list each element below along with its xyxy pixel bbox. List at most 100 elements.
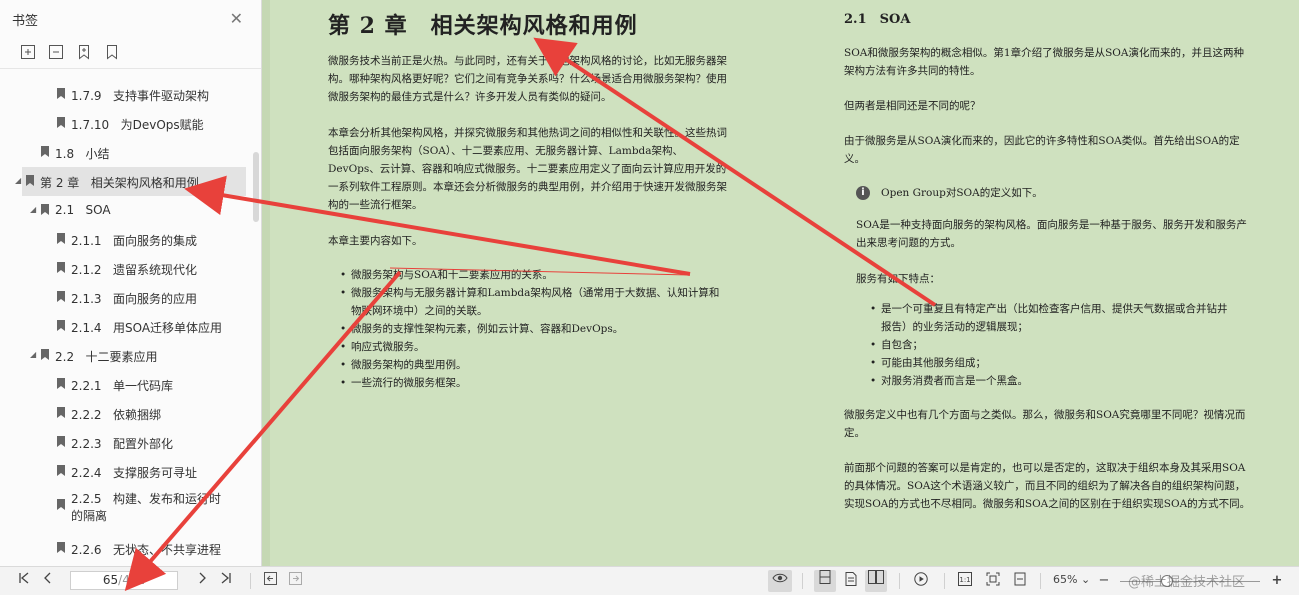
bookmark-item-chapter-2[interactable]: ◢ 第 2 章 相关架构风格和用例 [0,167,250,196]
bookmark-scrollbar[interactable] [253,152,259,222]
left-page: 第 2 章 相关架构风格和用例 微服务技术当前正是火热。与此同时，还有关于其他架… [328,0,728,392]
bookmark-number: 2.1.2 [71,263,102,277]
bookmark-icon [57,378,65,389]
document-view[interactable]: 第 2 章 相关架构风格和用例 微服务技术当前正是火热。与此同时，还有关于其他架… [262,0,1299,566]
bookmark-icon [57,465,65,476]
list-item: 是一个可重复且有特定产出（比如检查客户信用、提供天气数据或合并钻井报告）的业务活… [858,300,1228,336]
back-icon[interactable] [262,572,278,590]
bookmark-icon [57,436,65,447]
chevron-down-icon: ⌄ [1080,573,1091,586]
paragraph: 本章主要内容如下。 [328,235,423,247]
bookmark-number: 2.1.3 [71,292,102,306]
expand-toggle-icon[interactable]: ◢ [15,176,21,185]
bookmark-icon [41,204,49,215]
divider [899,573,900,589]
fit-width-icon[interactable] [1011,572,1029,590]
bookmark-number: 2.2.4 [71,466,102,480]
eye-care-icon[interactable] [768,570,792,592]
expand-toggle-icon[interactable]: ◢ [30,350,36,359]
play-icon[interactable] [912,572,930,590]
bookmark-item-1-7-10[interactable]: 1.7.10 为DevOps赋能 [0,109,250,138]
bookmark-icon [57,542,65,553]
bookmark-number: 第 2 章 [40,176,80,190]
total-pages: /442 [118,573,146,587]
bookmark-label: 十二要素应用 [85,350,158,364]
actual-size-icon[interactable]: 1:1 [956,572,974,590]
bookmark-item-1-8[interactable]: 1.8 小结 [0,138,250,167]
chapter-title: 第 2 章 相关架构风格和用例 [328,13,638,39]
list-item: 对服务消费者而言是一个黑盒。 [858,372,1228,390]
bookmark-icon [41,146,49,157]
info-icon: i [856,186,870,200]
list-item: 可能由其他服务组成； [858,354,1228,372]
bookmark-panel: 书签 ✕ 1.7.9 支持事件驱动架构 1.7.10 为DevOps赋能 1.8… [0,0,262,566]
fit-page-icon[interactable] [984,572,1002,590]
page-number-input[interactable]: 65/442 [70,571,178,590]
bookmark-item-2-2-2[interactable]: 2.2.2 依赖捆绑 [0,399,250,428]
list-item: 一些流行的微服务框架。 [328,374,728,392]
first-page-icon[interactable] [16,572,32,590]
single-page-icon[interactable] [842,572,860,590]
list-item: 微服务架构的典型用例。 [328,356,728,374]
bookmark-item-2-1-1[interactable]: 2.1.1 面向服务的集成 [0,225,250,254]
bookmark-item-2-2-1[interactable]: 2.2.1 单一代码库 [0,370,250,399]
expand-all-icon[interactable] [20,44,36,60]
bookmark-item-2-1-4[interactable]: 2.1.4 用SOA迁移单体应用 [0,312,250,341]
bookmark-item-2-2-3[interactable]: 2.2.3 配置外部化 [0,428,250,457]
bookmark-label: 用SOA迁移单体应用 [113,321,223,335]
bookmark-toolbar [0,38,261,69]
list-item: 自包含； [858,336,1228,354]
bookmark-item-2-1[interactable]: ◢ 2.1 SOA [0,196,250,225]
divider [1040,573,1041,589]
bookmark-label: 遗留系统现代化 [113,263,198,277]
bookmark-icon [57,407,65,418]
divider [944,573,945,589]
bookmark-label: SOA [85,203,111,217]
list-item: 微服务的支撑性架构元素，例如云计算、容器和DevOps。 [328,320,728,338]
two-page-icon[interactable] [865,570,887,592]
bookmark-label: 支持事件驱动架构 [113,89,210,103]
bookmark-number: 2.2.5 [71,492,102,506]
bookmark-item-2-1-3[interactable]: 2.1.3 面向服务的应用 [0,283,250,312]
bookmark-item-2-2-4[interactable]: 2.2.4 支撑服务可寻址 [0,457,250,486]
bookmark-label: 依赖捆绑 [113,408,162,422]
bookmark-label: 面向服务的集成 [113,234,198,248]
quote: SOA是一种支持面向服务的架构风格。面向服务是一种基于服务、服务开发和服务产出来… [856,219,1247,249]
zoom-in-icon[interactable]: + [1270,572,1284,590]
add-bookmark-icon[interactable] [76,44,92,60]
bookmark-number: 1.7.10 [71,118,110,132]
next-page-icon[interactable] [194,572,210,590]
note: i Open Group对SOA的定义如下。 [844,184,1254,202]
last-page-icon[interactable] [218,572,234,590]
bookmark-item-1-7-9[interactable]: 1.7.9 支持事件驱动架构 [0,80,250,109]
svg-text:1:1: 1:1 [959,576,970,584]
forward-icon[interactable] [287,572,303,590]
bookmark-label: 面向服务的应用 [113,292,198,306]
bookmark-number: 1.7.9 [71,89,102,103]
bookmark-number: 2.1.1 [71,234,102,248]
continuous-scroll-icon[interactable] [814,570,836,592]
bookmark-item-2-1-2[interactable]: 2.1.2 遗留系统现代化 [0,254,250,283]
bookmark-number: 1.8 [55,147,75,161]
close-icon[interactable]: ✕ [230,9,243,28]
zoom-level[interactable]: 65% ⌄ [1053,573,1090,586]
note-text: Open Group对SOA的定义如下。 [881,187,1043,199]
bookmark-panel-title: 书签 [12,14,39,29]
divider [250,573,251,589]
section-title: 2.1 SOA [844,12,911,27]
zoom-out-icon[interactable]: − [1097,572,1111,590]
bookmark-icon[interactable] [104,44,120,60]
paragraph: 服务有如下特点： [856,273,940,285]
collapse-all-icon[interactable] [48,44,64,60]
previous-page-icon[interactable] [40,572,56,590]
bookmark-item-2-2[interactable]: ◢ 2.2 十二要素应用 [0,341,250,370]
bookmark-panel-header: 书签 ✕ [0,0,261,38]
expand-toggle-icon[interactable]: ◢ [30,205,36,214]
bookmark-label: 相关架构风格和用例 [90,176,199,190]
bookmark-item-2-2-5[interactable]: 2.2.5 构建、发布和运行时的隔离 [0,486,250,534]
bookmark-icon [57,320,65,331]
paragraph: SOA和微服务架构的概念相似。第1章介绍了微服务是从SOA演化而来的，并且这两种… [844,47,1244,77]
bookmark-number: 2.1 [55,203,75,217]
bookmark-number: 2.2.6 [71,543,102,557]
bookmark-item-2-2-6[interactable]: 2.2.6 无状态、不共享进程 [0,534,250,563]
